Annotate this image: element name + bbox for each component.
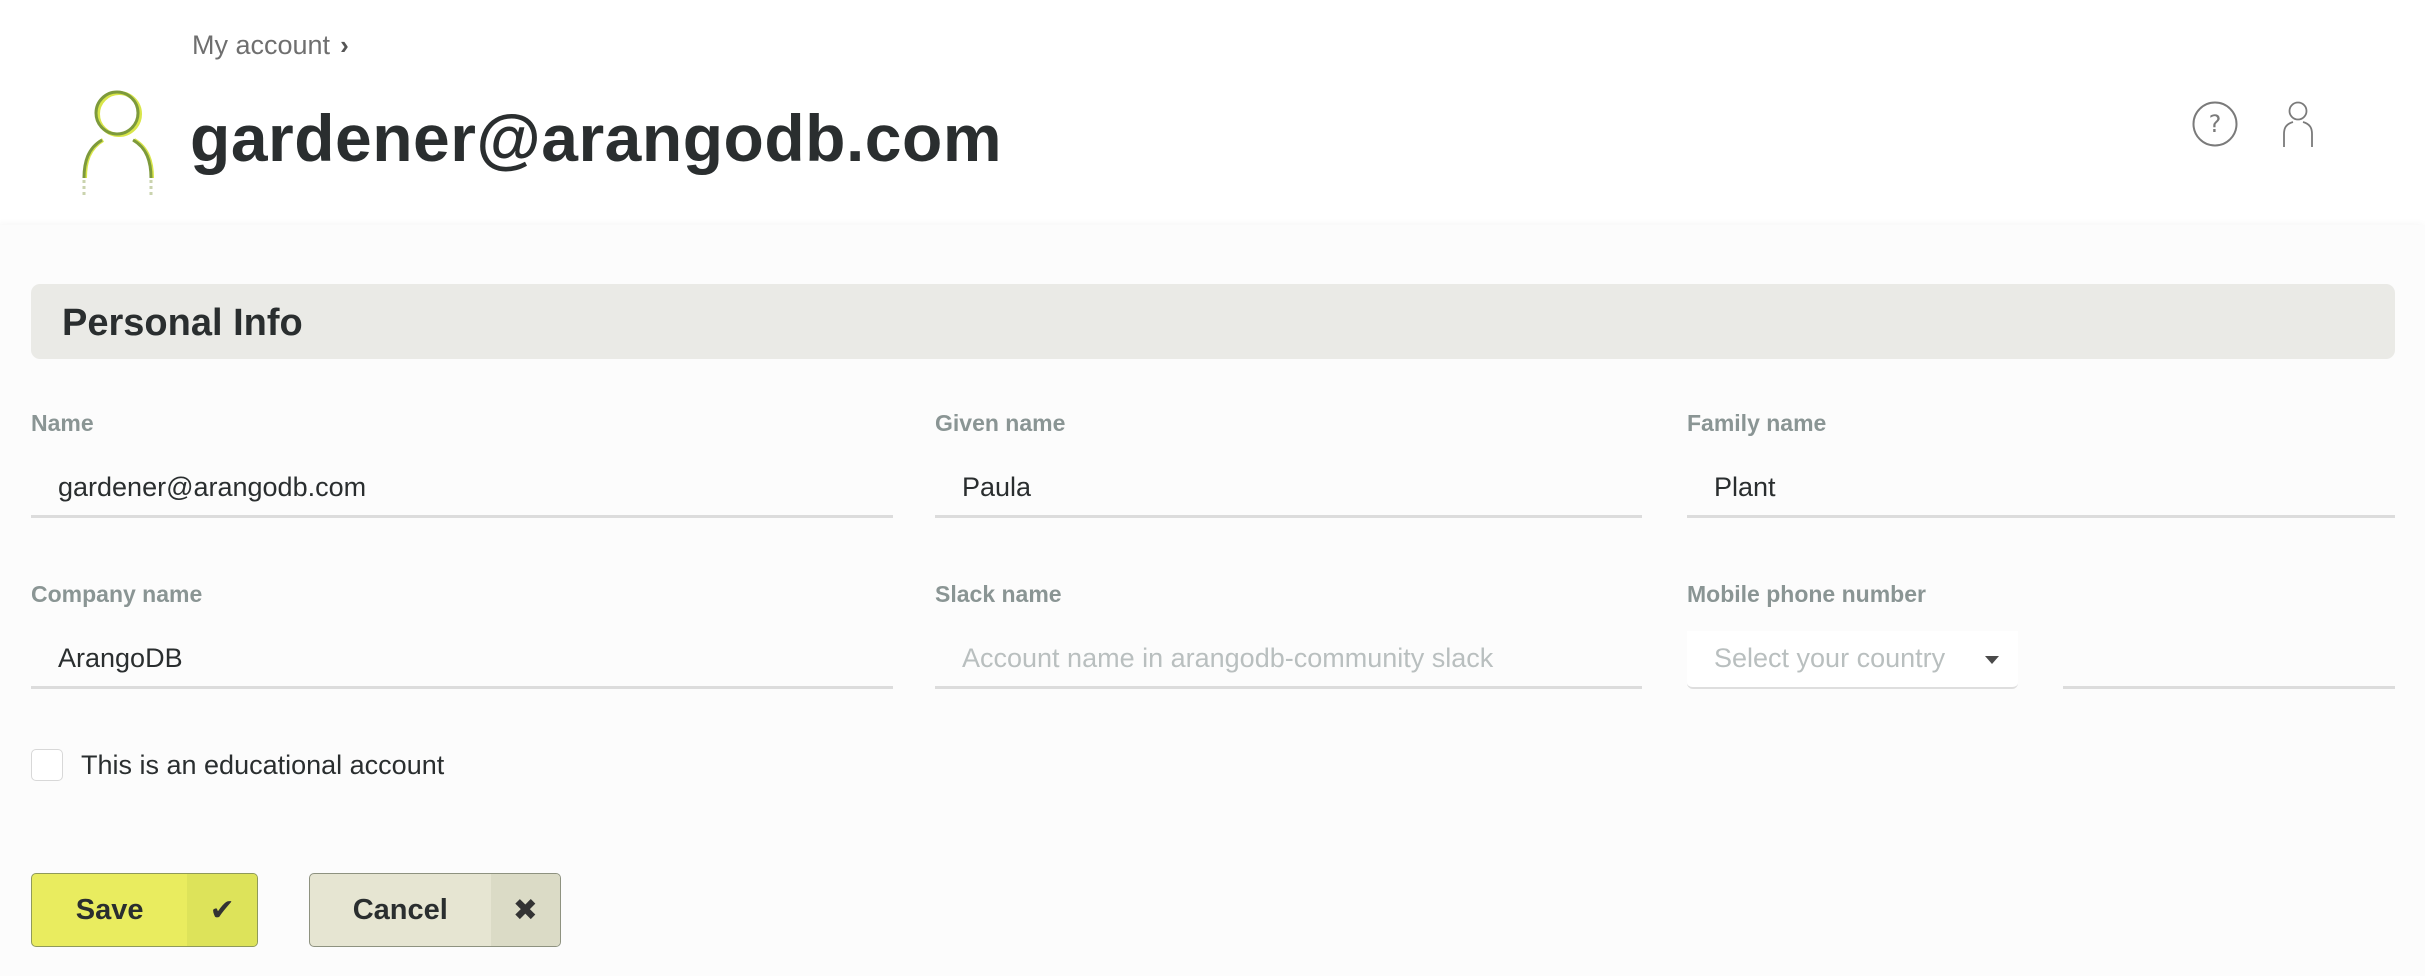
user-avatar-icon bbox=[82, 90, 154, 196]
section-header-personal-info: Personal Info bbox=[31, 284, 2395, 359]
section-title: Personal Info bbox=[62, 302, 303, 344]
company-name-label: Company name bbox=[31, 581, 203, 607]
name-label: Name bbox=[31, 410, 94, 436]
mobile-phone-label: Mobile phone number bbox=[1687, 581, 1926, 607]
family-name-label: Family name bbox=[1687, 410, 1827, 436]
slack-name-input[interactable] bbox=[935, 631, 1642, 689]
checkmark-icon: ✔ bbox=[187, 874, 257, 946]
chevron-right-icon: › bbox=[340, 30, 349, 60]
given-name-input[interactable] bbox=[935, 460, 1642, 518]
slack-name-label: Slack name bbox=[935, 581, 1062, 607]
cancel-button-label: Cancel bbox=[352, 893, 448, 926]
help-circle-icon[interactable]: ? bbox=[2192, 101, 2238, 147]
save-button-label: Save bbox=[75, 893, 144, 926]
country-select[interactable]: Select your country bbox=[1687, 631, 2018, 689]
save-button[interactable]: Save ✔ bbox=[31, 873, 258, 947]
given-name-label: Given name bbox=[935, 410, 1066, 436]
caret-down-icon bbox=[1985, 656, 1999, 664]
educational-account-checkbox[interactable] bbox=[31, 749, 63, 781]
phone-number-input[interactable] bbox=[2063, 631, 2395, 689]
educational-account-label[interactable]: This is an educational account bbox=[81, 750, 444, 781]
family-name-input[interactable] bbox=[1687, 460, 2395, 518]
page-title: gardener@arangodb.com bbox=[190, 101, 1003, 175]
country-select-placeholder: Select your country bbox=[1714, 643, 1946, 673]
name-input[interactable] bbox=[31, 460, 893, 518]
breadcrumb-my-account[interactable]: My account bbox=[192, 30, 330, 61]
breadcrumb: My account › bbox=[192, 30, 349, 61]
svg-text:?: ? bbox=[2209, 110, 2222, 138]
cancel-button[interactable]: Cancel ✖ bbox=[309, 873, 561, 947]
close-icon: ✖ bbox=[490, 874, 560, 946]
user-icon[interactable] bbox=[2280, 101, 2316, 151]
company-name-input[interactable] bbox=[31, 631, 893, 689]
